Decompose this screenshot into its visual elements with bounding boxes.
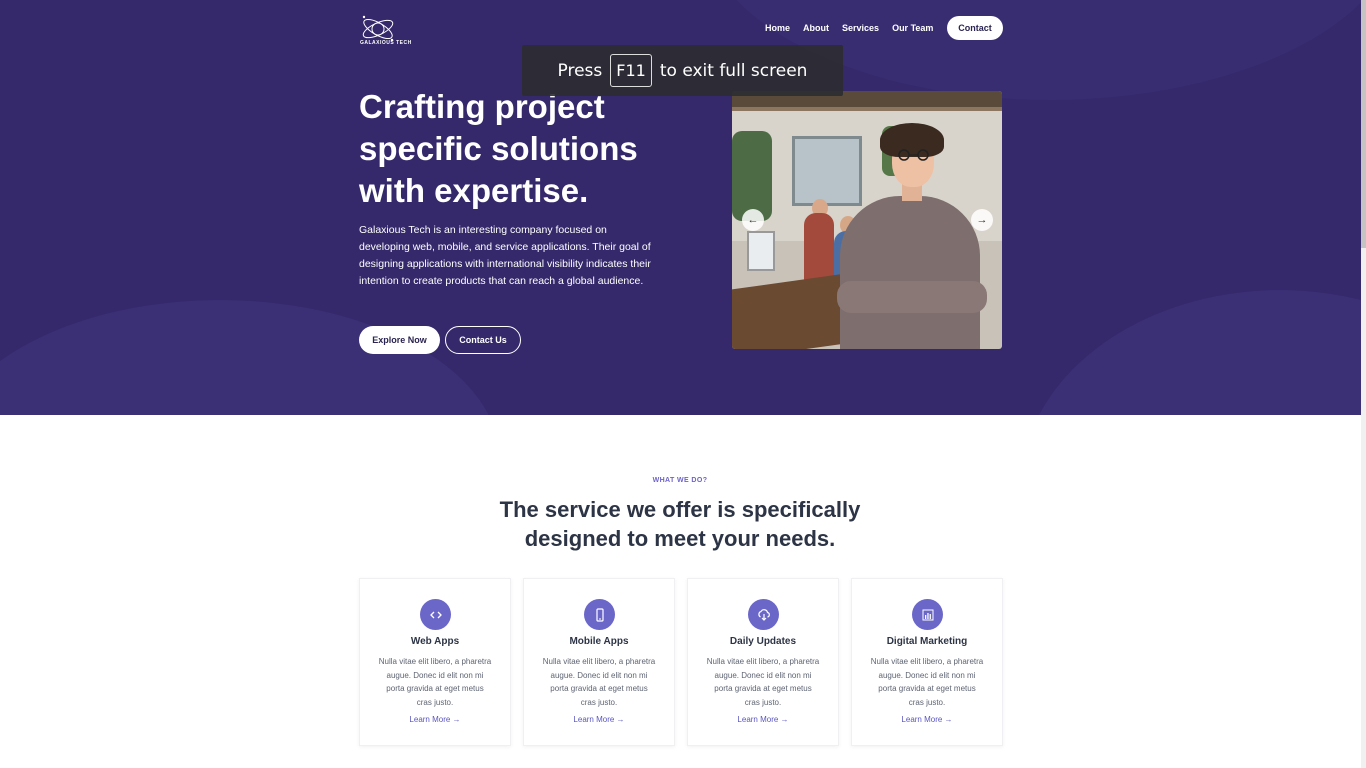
card-title: Web Apps (410, 636, 460, 647)
nav-our-team[interactable]: Our Team (892, 23, 933, 33)
main-nav: Home About Services Our Team (765, 23, 946, 33)
explore-now-button[interactable]: Explore Now (359, 326, 440, 354)
carousel-next-button[interactable]: → (971, 209, 993, 231)
bar-chart-icon (912, 599, 943, 630)
decorative-blob (1020, 290, 1361, 415)
nav-home[interactable]: Home (765, 23, 790, 33)
learn-more-link[interactable]: Learn More → (524, 715, 674, 724)
learn-more-link[interactable]: Learn More → (688, 715, 838, 724)
cloud-download-icon (748, 599, 779, 630)
hero-image (732, 91, 1002, 349)
decorative-blob (0, 300, 500, 415)
card-title: Digital Marketing (886, 636, 968, 647)
service-card-mobile-apps: Mobile Apps Nulla vitae elit libero, a p… (523, 578, 675, 746)
services-eyebrow: WHAT WE DO? (652, 477, 708, 484)
fullscreen-notice-suffix: to exit full screen (659, 60, 808, 81)
card-text: Nulla vitae elit libero, a pharetra augu… (870, 657, 984, 707)
card-title: Mobile Apps (569, 636, 629, 647)
fullscreen-notice-prefix: Press (557, 60, 603, 81)
learn-more-link[interactable]: Learn More → (360, 715, 510, 724)
service-card-web-apps: Web Apps Nulla vitae elit libero, a phar… (359, 578, 511, 746)
carousel-prev-button[interactable]: ← (742, 209, 764, 231)
contact-us-button[interactable]: Contact Us (445, 326, 521, 354)
hero-title: Crafting project specific solutions with… (359, 88, 638, 209)
nav-about[interactable]: About (803, 23, 829, 33)
logo-text: GALAXIOUS TECH (360, 40, 412, 46)
f11-key-label: F11 (610, 54, 652, 87)
service-card-digital-marketing: Digital Marketing Nulla vitae elit liber… (851, 578, 1003, 746)
learn-more-link[interactable]: Learn More → (852, 715, 1002, 724)
card-text: Nulla vitae elit libero, a pharetra augu… (706, 657, 820, 707)
service-card-daily-updates: Daily Updates Nulla vitae elit libero, a… (687, 578, 839, 746)
card-text: Nulla vitae elit libero, a pharetra augu… (378, 657, 492, 707)
scrollbar-thumb[interactable] (1361, 0, 1366, 248)
contact-button[interactable]: Contact (947, 16, 1003, 40)
services-title: The service we offer is specifically des… (499, 497, 861, 551)
mobile-icon (584, 599, 615, 630)
card-title: Daily Updates (729, 636, 797, 647)
fullscreen-notice: Press F11 to exit full screen (522, 45, 843, 96)
hero-description: Galaxious Tech is an interesting company… (359, 224, 651, 287)
card-text: Nulla vitae elit libero, a pharetra augu… (542, 657, 656, 707)
code-icon (420, 599, 451, 630)
nav-services[interactable]: Services (842, 23, 879, 33)
